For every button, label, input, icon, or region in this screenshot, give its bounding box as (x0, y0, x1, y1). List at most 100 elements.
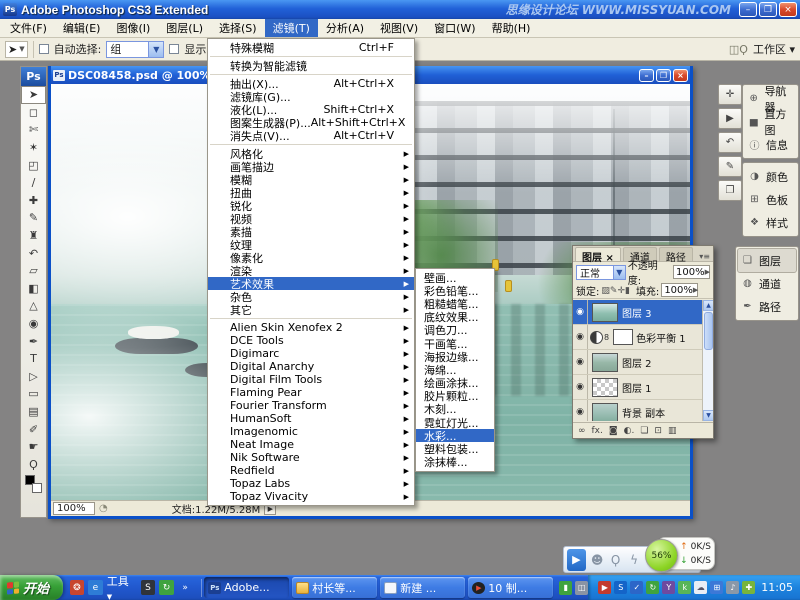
filter-menu-item-28[interactable]: Digital Film Tools▶ (208, 373, 414, 386)
menu-item-1[interactable]: 编辑(E) (55, 19, 109, 37)
lock-all-icon[interactable]: ▮ (625, 286, 630, 296)
hand-tool[interactable]: ☛ (21, 438, 46, 456)
tool-preset-picker[interactable]: ➤ ▼ (5, 41, 28, 58)
menu-item-0[interactable]: 文件(F) (2, 19, 55, 37)
cloud-tray-icon[interactable]: ☁ (694, 581, 707, 594)
scroll-down-icon[interactable]: ▼ (703, 410, 713, 421)
close-button[interactable]: × (779, 2, 797, 17)
history-panel-button[interactable]: ↶ (718, 132, 742, 153)
zoom-tool[interactable]: Ϙ (21, 455, 46, 473)
layer-name[interactable]: 图层 3 (622, 305, 652, 320)
colorful-app-icon[interactable]: ❂ (70, 580, 85, 595)
menu-item-8[interactable]: 窗口(W) (426, 19, 483, 37)
s-tray-icon[interactable]: S (614, 581, 627, 594)
menu-item-9[interactable]: 帮助(H) (484, 19, 539, 37)
eraser-tool[interactable]: ▱ (21, 262, 46, 280)
history-brush-tool[interactable]: ↶ (21, 244, 46, 262)
layer-row-3[interactable]: ◉ 图层 1 (573, 375, 713, 400)
filter-menu-item-30[interactable]: Fourier Transform▶ (208, 399, 414, 412)
slice-tool[interactable]: ∕ (21, 174, 46, 192)
doc-minimize-button[interactable]: – (639, 69, 654, 82)
ie-icon[interactable]: e (88, 580, 103, 595)
workspace-menu[interactable]: 工作区 ▾ (753, 41, 795, 57)
layer-name[interactable]: 背景 副本 (622, 405, 665, 420)
filter-menu-item-36[interactable]: Topaz Labs▶ (208, 477, 414, 490)
filter-menu-item-35[interactable]: Redfield▶ (208, 464, 414, 477)
refresh-app-icon[interactable]: ↻ (159, 580, 174, 595)
pen-tool[interactable]: ✒ (21, 332, 46, 350)
opacity-field[interactable]: 100% ▶ (673, 265, 710, 279)
taskbar-task-0[interactable]: PsAdobe... (204, 577, 289, 598)
menu-item-4[interactable]: 选择(S) (211, 19, 265, 37)
eyedropper-tool[interactable]: ✐ (21, 420, 46, 438)
actions-panel-button[interactable]: ▶ (718, 108, 742, 129)
layer-thumbnail[interactable] (592, 353, 618, 372)
notes-tool[interactable]: ▤ (21, 403, 46, 421)
dock-panel-paths[interactable]: ✒路径 (738, 295, 796, 318)
blur-tool[interactable]: △ (21, 297, 46, 315)
doc-close-button[interactable]: × (673, 69, 688, 82)
brushes-panel-button[interactable]: ✎ (718, 156, 742, 177)
visibility-eye-icon[interactable]: ◉ (573, 325, 588, 349)
lightning-icon[interactable]: ϟ (627, 550, 642, 569)
minimize-button[interactable]: – (739, 2, 757, 17)
move-tool[interactable]: ➤ (21, 86, 46, 104)
hardware-icon[interactable]: ◫ (575, 581, 588, 595)
dodge-tool[interactable]: ◉ (21, 315, 46, 333)
filter-menu-item-25[interactable]: DCE Tools▶ (208, 334, 414, 347)
layer-thumbnail[interactable] (592, 378, 618, 397)
new-layer-button[interactable]: ⊡ (654, 426, 662, 436)
layer-row-1[interactable]: ◉8色彩平衡 1 (573, 325, 713, 350)
dock-panel-histogram[interactable]: ▅直方图 (745, 110, 796, 133)
scrollbar-thumb[interactable] (704, 312, 713, 350)
show-transform-checkbox[interactable] (169, 44, 179, 54)
filter-menu-item-37[interactable]: Topaz Vivacity▶ (208, 490, 414, 503)
healing-brush-tool[interactable]: ✚ (21, 192, 46, 210)
start-button[interactable]: 开始 (0, 575, 63, 600)
color-swatches[interactable] (21, 473, 46, 495)
menu-item-3[interactable]: 图层(L) (158, 19, 211, 37)
filter-menu-item-29[interactable]: Flaming Pear▶ (208, 386, 414, 399)
layer-thumbnail[interactable] (592, 403, 618, 422)
visibility-eye-icon[interactable]: ◉ (573, 375, 588, 399)
y-tray-icon[interactable]: Y (662, 581, 675, 594)
artistic-submenu-item-14[interactable]: 涂抹棒... (416, 456, 494, 469)
layer-thumbnail[interactable] (592, 303, 618, 322)
layers-scrollbar[interactable]: ▲ ▼ (702, 300, 713, 421)
layer-name[interactable]: 图层 1 (622, 380, 652, 395)
layers-panel-tab-0[interactable]: 图层 × (575, 247, 621, 261)
fill-field[interactable]: 100% ▶ (661, 283, 698, 297)
dock-panel-color[interactable]: ◑颜色 (745, 165, 796, 188)
user-icon[interactable]: ☻ (590, 550, 605, 569)
panel-menu-icon[interactable]: ▾≡ (699, 252, 713, 261)
taskbar-task-3[interactable]: ▶10 制... (468, 577, 553, 598)
blend-mode-dropdown[interactable]: 正常 ▼ (576, 265, 626, 280)
usb-device-icon[interactable]: ▮ (559, 581, 572, 595)
layer-row-0[interactable]: ◉图层 3 (573, 300, 713, 325)
restore-button[interactable]: ❐ (759, 2, 777, 17)
shield-tray-icon[interactable]: ✓ (630, 581, 643, 594)
clone-stamp-tool[interactable]: ♜ (21, 227, 46, 245)
visibility-eye-icon[interactable]: ◉ (573, 400, 588, 421)
network-tray-icon[interactable]: ⊞ (710, 581, 723, 594)
filter-menu-item-8[interactable]: 消失点(V)...Alt+Ctrl+V (208, 129, 414, 142)
filter-menu-item-34[interactable]: Nik Software▶ (208, 451, 414, 464)
overflow-chevron-icon[interactable]: » (178, 580, 193, 595)
rectangular-marquee-tool[interactable]: ◻ (21, 104, 46, 122)
k-tray-icon[interactable]: k (678, 581, 691, 594)
clock[interactable]: 11:05 (761, 581, 793, 594)
layer-row-2[interactable]: ◉图层 2 (573, 350, 713, 375)
layer-name[interactable]: 图层 2 (622, 355, 652, 370)
update-tray-icon[interactable]: ✚ (742, 581, 755, 594)
clone-source-panel-button[interactable]: ❐ (718, 180, 742, 201)
filter-menu-item-27[interactable]: Digital Anarchy▶ (208, 360, 414, 373)
media-player-tray-icon[interactable]: ▶ (598, 581, 611, 594)
volume-tray-icon[interactable]: ♪ (726, 581, 739, 594)
type-tool[interactable]: T (21, 350, 46, 368)
filter-menu-item-32[interactable]: Imagenomic▶ (208, 425, 414, 438)
gradient-tool[interactable]: ◧ (21, 280, 46, 298)
lasso-tool[interactable]: ✄ (21, 121, 46, 139)
auto-select-checkbox[interactable] (39, 44, 49, 54)
background-color-swatch[interactable] (32, 483, 42, 493)
link-layers-button[interactable]: ∞ (578, 426, 586, 436)
